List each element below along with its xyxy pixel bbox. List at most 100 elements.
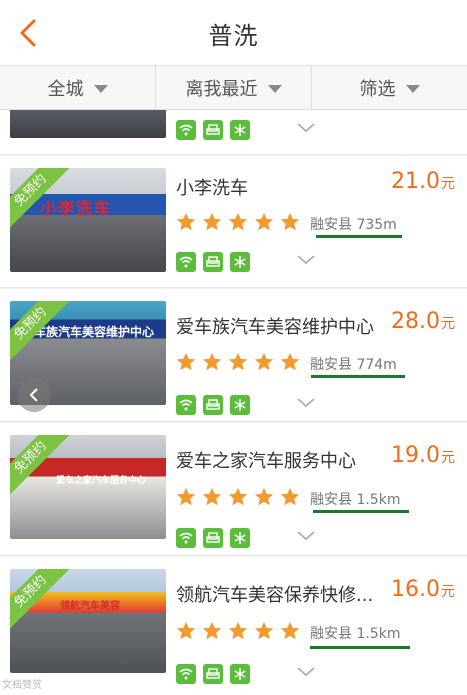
distance: 1.5km [356,492,401,508]
district: 融安县 [310,492,352,508]
shop-card[interactable]: 爱车之家汽车服务中心 免预约 爱车之家汽车服务中心 19.0元 融安县 1.5k… [0,423,467,556]
shop-name: 小李洗车 [176,178,248,199]
star-icon [176,212,196,231]
price-value: 19.0 [391,443,440,468]
distance: 735m [356,217,397,233]
rating-stars [175,486,301,508]
price-value: 16.0 [391,577,440,602]
filter-sort-label: 离我最近 [185,78,258,100]
distance-underline [311,375,405,378]
star-icon [228,212,248,231]
star-icon [202,487,222,506]
watermark: 文档赞赏 [2,680,42,691]
shop-sign-text: 小李洗车 [40,199,113,218]
floating-back-button[interactable] [17,378,51,412]
star-icon [280,212,300,231]
service-icons [176,252,250,272]
page: 普洗 全城 离我最近 筛选 小李洗车 免预约 小李洗车 21.0元 融安县 73… [0,0,467,695]
wifi-icon [176,395,196,415]
air-conditioning-icon [230,664,250,684]
rating-stars [175,620,301,642]
star-icon [280,487,300,506]
lounge-sofa-icon [203,664,223,684]
star-icon [254,621,274,640]
expand-chevron-icon[interactable] [296,254,316,266]
star-icon [280,352,300,371]
shop-list: 小李洗车 免预约 小李洗车 21.0元 融安县 735m 车族汽车美容维护中心 … [0,110,467,695]
shop-sign-text: 车族汽车美容维护中心 [34,325,155,339]
expand-chevron-icon[interactable] [296,397,316,409]
air-conditioning-icon [230,395,250,415]
dropdown-caret-icon [93,84,108,93]
shop-sign-text: 领航汽车美容 [60,601,120,612]
shop-photo: 领航汽车美容 免预约 [10,569,166,673]
shop-price: 21.0元 [391,169,455,194]
price-unit: 元 [441,176,455,192]
shop-location: 融安县 1.5km [310,489,400,509]
lounge-sofa-icon [203,120,223,140]
service-icons [176,120,250,140]
shop-photo: 爱车之家汽车服务中心 免预约 [10,435,166,539]
lounge-sofa-icon [203,395,223,415]
district: 融安县 [310,357,352,373]
service-icons [176,395,250,415]
star-icon [280,621,300,640]
shop-photo [10,110,166,138]
shop-price: 16.0元 [391,577,455,602]
star-icon [202,212,222,231]
shop-card-partial[interactable] [0,110,467,155]
shop-name: 领航汽车美容保养快修... [176,585,374,606]
expand-chevron-icon[interactable] [296,122,316,134]
filter-area-label: 全城 [47,78,84,100]
shop-location: 融安县 774m [310,354,397,374]
expand-chevron-icon[interactable] [296,666,316,678]
wifi-icon [176,664,196,684]
distance-underline [313,510,409,513]
shop-card[interactable]: 车族汽车美容维护中心 免预约 爱车族汽车美容维护中心 28.0元 融安县 774… [0,289,467,422]
rating-stars [175,351,301,373]
wifi-icon [176,252,196,272]
lounge-sofa-icon [203,528,223,548]
nav-header: 普洗 [0,0,467,66]
star-icon [176,487,196,506]
shop-price: 19.0元 [391,443,455,468]
shop-card[interactable]: 领航汽车美容 免预约 领航汽车美容保养快修... 16.0元 融安县 1.5km [0,557,467,695]
air-conditioning-icon [230,252,250,272]
star-icon [202,621,222,640]
wifi-icon [176,120,196,140]
air-conditioning-icon [230,528,250,548]
star-icon [176,621,196,640]
lounge-sofa-icon [203,252,223,272]
chevron-left-icon [29,388,38,402]
star-icon [254,487,274,506]
shop-name: 爱车族汽车美容维护中心 [176,317,374,338]
distance: 1.5km [356,626,401,642]
filter-bar: 全城 离我最近 筛选 [0,66,467,110]
expand-chevron-icon[interactable] [296,530,316,542]
filter-sort[interactable]: 离我最近 [155,66,311,109]
page-title: 普洗 [208,22,259,50]
distance-underline [310,646,410,649]
star-icon [254,352,274,371]
shop-location: 融安县 735m [310,214,397,234]
air-conditioning-icon [230,120,250,140]
filter-options[interactable]: 筛选 [311,66,467,109]
filter-options-label: 筛选 [359,78,396,100]
filter-area[interactable]: 全城 [0,66,155,109]
price-unit: 元 [441,450,455,466]
price-value: 21.0 [391,169,440,194]
star-icon [228,487,248,506]
star-icon [176,352,196,371]
shop-name: 爱车之家汽车服务中心 [176,451,356,472]
district: 融安县 [310,217,352,233]
shop-card[interactable]: 小李洗车 免预约 小李洗车 21.0元 融安县 735m [0,156,467,288]
shop-sign-text: 爱车之家汽车服务中心 [56,476,147,486]
distance-underline [316,235,402,238]
dropdown-caret-icon [267,84,282,93]
service-icons [176,528,250,548]
price-value: 28.0 [391,309,440,334]
star-icon [228,352,248,371]
shop-photo: 小李洗车 免预约 [10,168,166,272]
price-unit: 元 [441,316,455,332]
shop-location: 融安县 1.5km [310,623,400,643]
